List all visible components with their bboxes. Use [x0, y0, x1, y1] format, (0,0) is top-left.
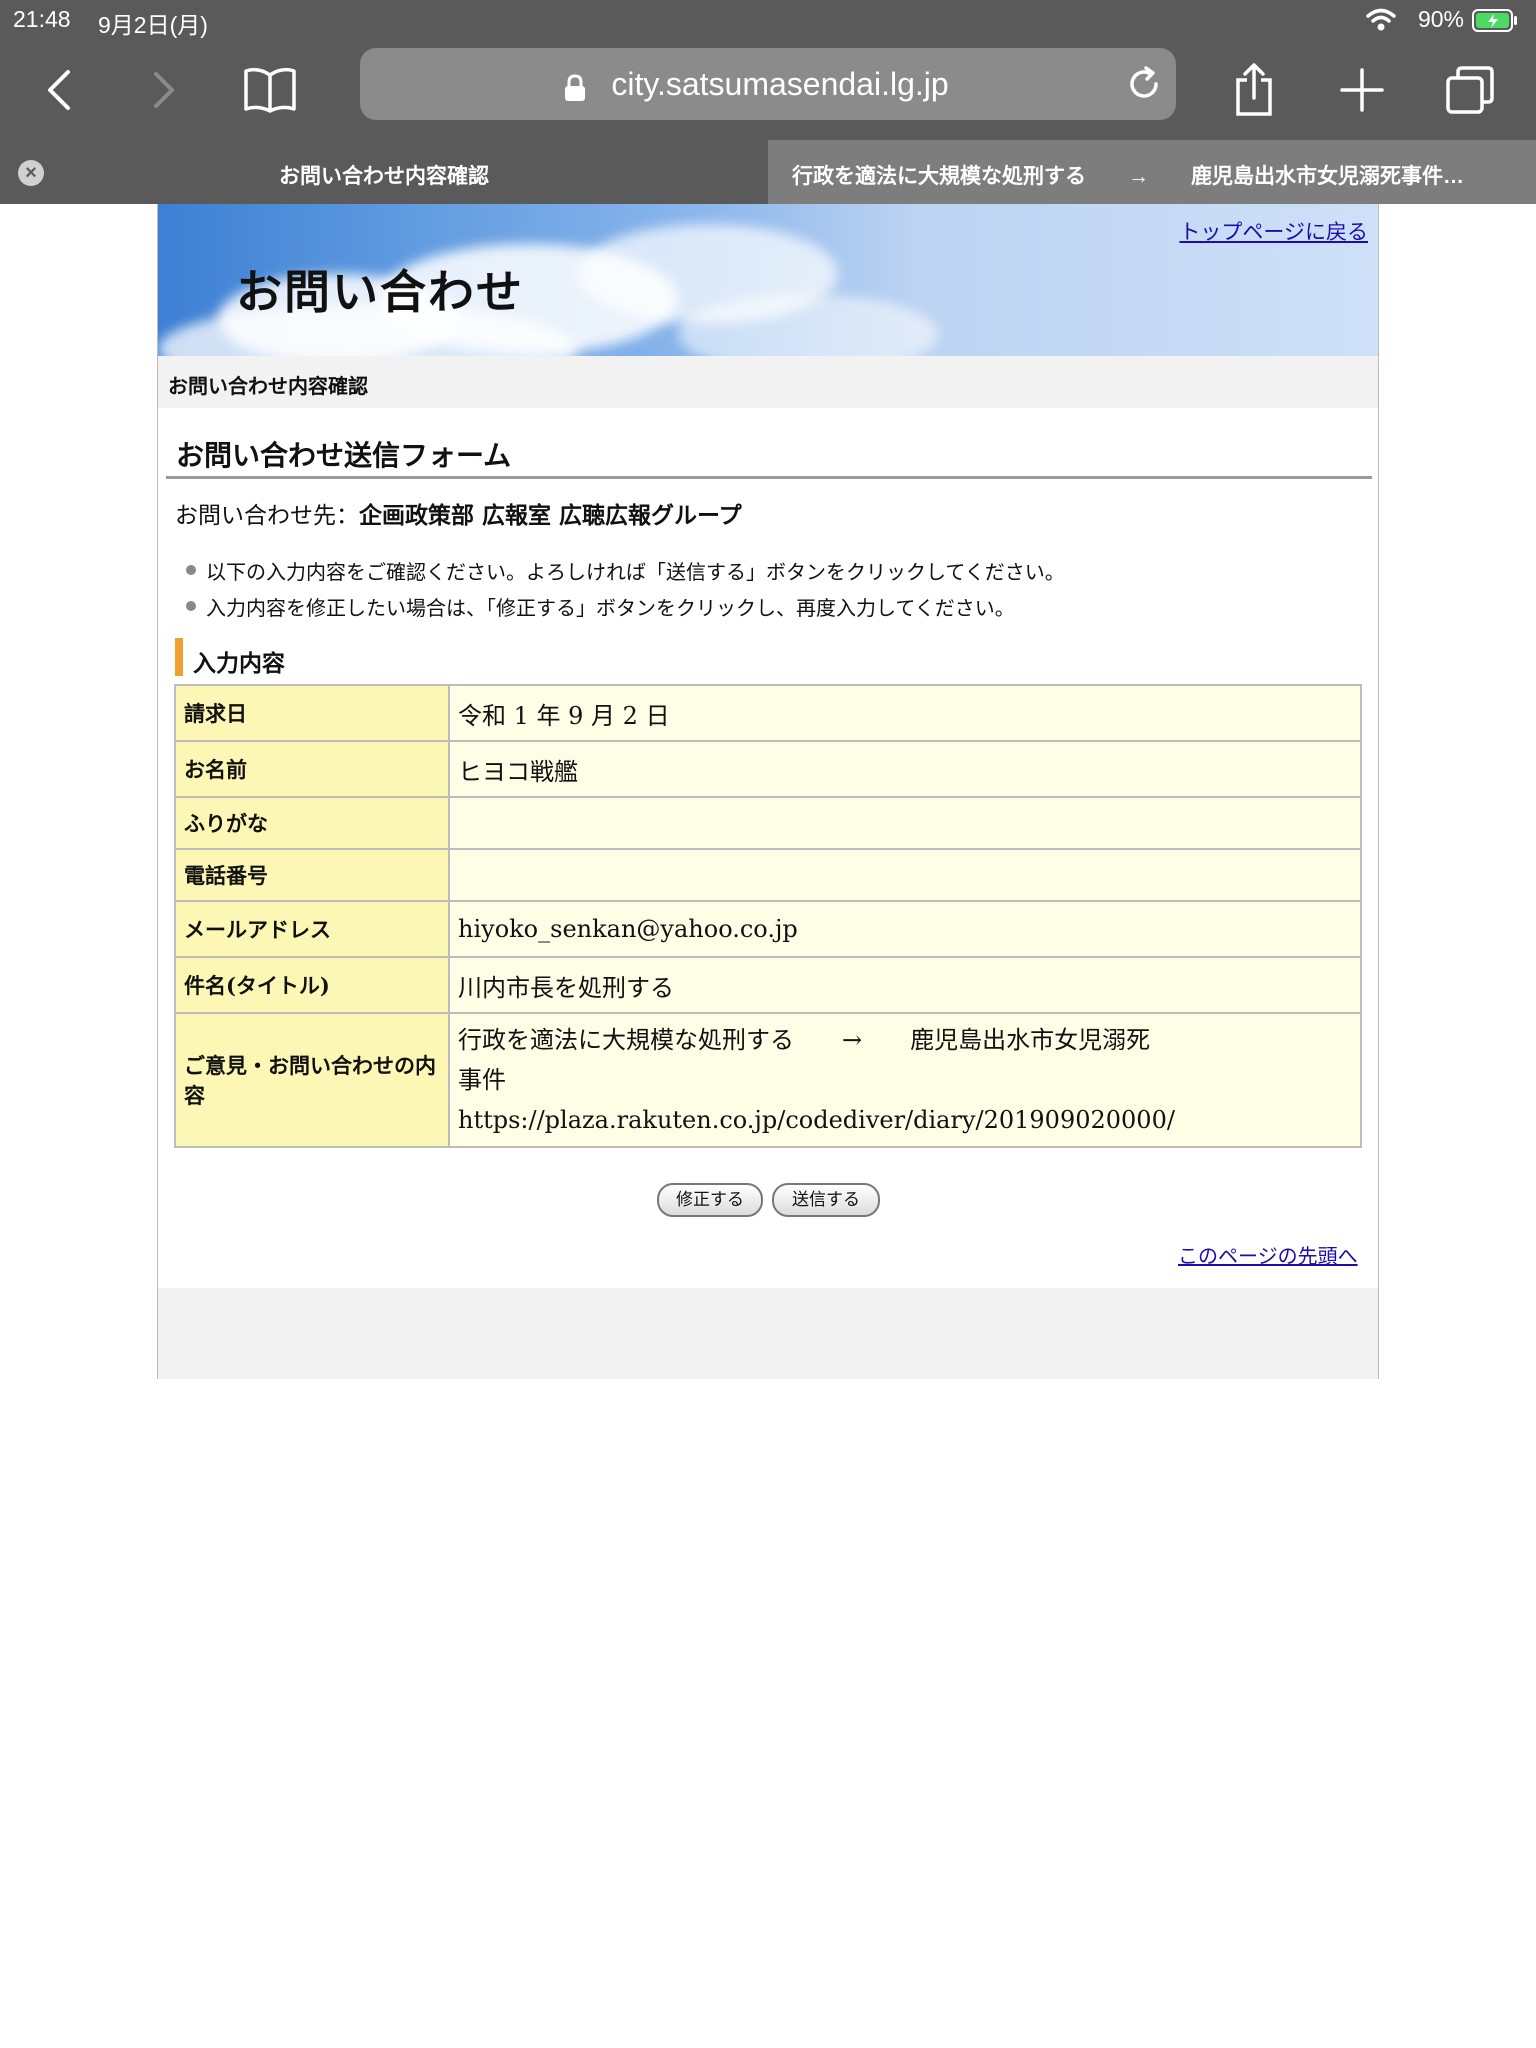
main-content: お問い合わせ送信フォーム お問い合わせ先：企画政策部 広報室 広聴広報グループ … [158, 408, 1378, 1288]
tab-label: お問い合わせ内容確認 [279, 165, 489, 188]
instruction-item: 入力内容を修正したい場合は、「修正する」ボタンをクリックし、再度入力してください… [182, 592, 1065, 628]
form-title: お問い合わせ送信フォーム [166, 426, 1372, 479]
message-line: https://plaza.rakuten.co.jp/codediver/di… [458, 1106, 1175, 1134]
row-label: 電話番号 [174, 848, 450, 902]
message-line: 行政を適法に大規模な処刑する → 鹿児島出水市女児溺死 [458, 1026, 1151, 1054]
table-row: メールアドレス hiyoko_senkan@yahoo.co.jp [174, 900, 1362, 958]
row-label: ご意見・お問い合わせの内容 [174, 1012, 450, 1148]
section-heading: 入力内容 [175, 638, 285, 677]
send-button[interactable]: 送信する [772, 1183, 880, 1217]
page-container: お問い合わせ トップページに戻る お問い合わせ内容確認 お問い合わせ送信フォーム… [157, 204, 1379, 1379]
share-icon[interactable] [1222, 58, 1286, 122]
instruction-list: 以下の入力内容をご確認ください。よろしければ「送信する」ボタンをクリックしてくだ… [182, 556, 1065, 628]
status-bar: 21:48 9月2日(月) 90% [0, 0, 1536, 40]
banner-title: お問い合わせ [236, 265, 524, 319]
forward-icon[interactable] [132, 58, 196, 122]
section-heading-text: 入力内容 [193, 650, 285, 677]
tabs-icon[interactable] [1438, 58, 1502, 122]
instruction-item: 以下の入力内容をご確認ください。よろしければ「送信する」ボタンをクリックしてくだ… [182, 556, 1065, 592]
form-title-text: お問い合わせ送信フォーム [176, 439, 512, 472]
contact-line: お問い合わせ先：企画政策部 広報室 広聴広報グループ [175, 496, 742, 530]
row-value: ヒヨコ戦艦 [448, 740, 1362, 798]
battery-icon [1472, 9, 1517, 32]
row-value [448, 848, 1362, 902]
instruction-text: 以下の入力内容をご確認ください。よろしければ「送信する」ボタンをクリックしてくだ… [206, 560, 1065, 584]
url-text: city.satsumasendai.lg.jp [611, 66, 949, 102]
table-row: ご意見・お問い合わせの内容 行政を適法に大規模な処刑する → 鹿児島出水市女児溺… [174, 1012, 1362, 1148]
row-label: 件名(タイトル) [174, 956, 450, 1014]
top-page-link[interactable]: トップページに戻る [1179, 216, 1368, 246]
address-bar[interactable]: city.satsumasendai.lg.jp [360, 48, 1176, 120]
bookmarks-icon[interactable] [238, 58, 302, 122]
table-row: お名前 ヒヨコ戦艦 [174, 740, 1362, 798]
breadcrumb-current: お問い合わせ内容確認 [168, 374, 368, 398]
row-value [448, 796, 1362, 850]
table-row: 請求日 令和 1 年 9 月 2 日 [174, 684, 1362, 742]
row-label: お名前 [174, 740, 450, 798]
bullet-icon [186, 601, 196, 611]
back-icon[interactable] [28, 58, 92, 122]
reload-icon[interactable] [1126, 66, 1162, 102]
header-banner: お問い合わせ トップページに戻る [158, 204, 1378, 356]
status-date: 9月2日(月) [98, 12, 208, 38]
tab-label: 行政を適法に大規模な処刑する → 鹿児島出水市女児溺死事件… [792, 165, 1464, 188]
row-label: ふりがな [174, 796, 450, 850]
row-label: 請求日 [174, 684, 450, 742]
tab-inactive[interactable]: 行政を適法に大規模な処刑する → 鹿児島出水市女児溺死事件… [768, 140, 1536, 204]
breadcrumb: お問い合わせ内容確認 [158, 356, 1378, 408]
row-value: 行政を適法に大規模な処刑する → 鹿児島出水市女児溺死 事件 https://p… [448, 1012, 1362, 1148]
row-value: 川内市長を処刑する [448, 956, 1362, 1014]
tab-active[interactable]: × お問い合わせ内容確認 [0, 140, 768, 204]
browser-chrome: 21:48 9月2日(月) 90% city.satsumasendai.lg.… [0, 0, 1536, 204]
table-row: ふりがな [174, 796, 1362, 850]
instruction-text: 入力内容を修正したい場合は、「修正する」ボタンをクリックし、再度入力してください… [206, 596, 1015, 620]
contact-department: 企画政策部 広報室 広聴広報グループ [359, 502, 742, 529]
bullet-icon [186, 565, 196, 575]
row-value: hiyoko_senkan@yahoo.co.jp [448, 900, 1362, 958]
contact-prefix: お問い合わせ先： [175, 503, 359, 529]
wifi-icon [1366, 8, 1396, 31]
row-value: 令和 1 年 9 月 2 日 [448, 684, 1362, 742]
status-time: 21:48 [13, 6, 71, 32]
table-row: 電話番号 [174, 848, 1362, 902]
row-label: メールアドレス [174, 900, 450, 958]
battery-percent: 90% [1417, 6, 1464, 32]
edit-button[interactable]: 修正する [657, 1183, 763, 1217]
page-top-link[interactable]: このページの先頭へ [1178, 1240, 1358, 1269]
tab-strip: × お問い合わせ内容確認 行政を適法に大規模な処刑する → 鹿児島出水市女児溺死… [0, 140, 1536, 204]
footer-area [158, 1288, 1378, 1379]
table-row: 件名(タイトル) 川内市長を処刑する [174, 956, 1362, 1014]
browser-toolbar: city.satsumasendai.lg.jp [0, 40, 1536, 140]
input-table: 請求日 令和 1 年 9 月 2 日 お名前 ヒヨコ戦艦 ふりがな 電話番号 メ… [174, 684, 1362, 1148]
new-tab-icon[interactable] [1330, 58, 1394, 122]
message-line: 事件 [458, 1066, 506, 1094]
